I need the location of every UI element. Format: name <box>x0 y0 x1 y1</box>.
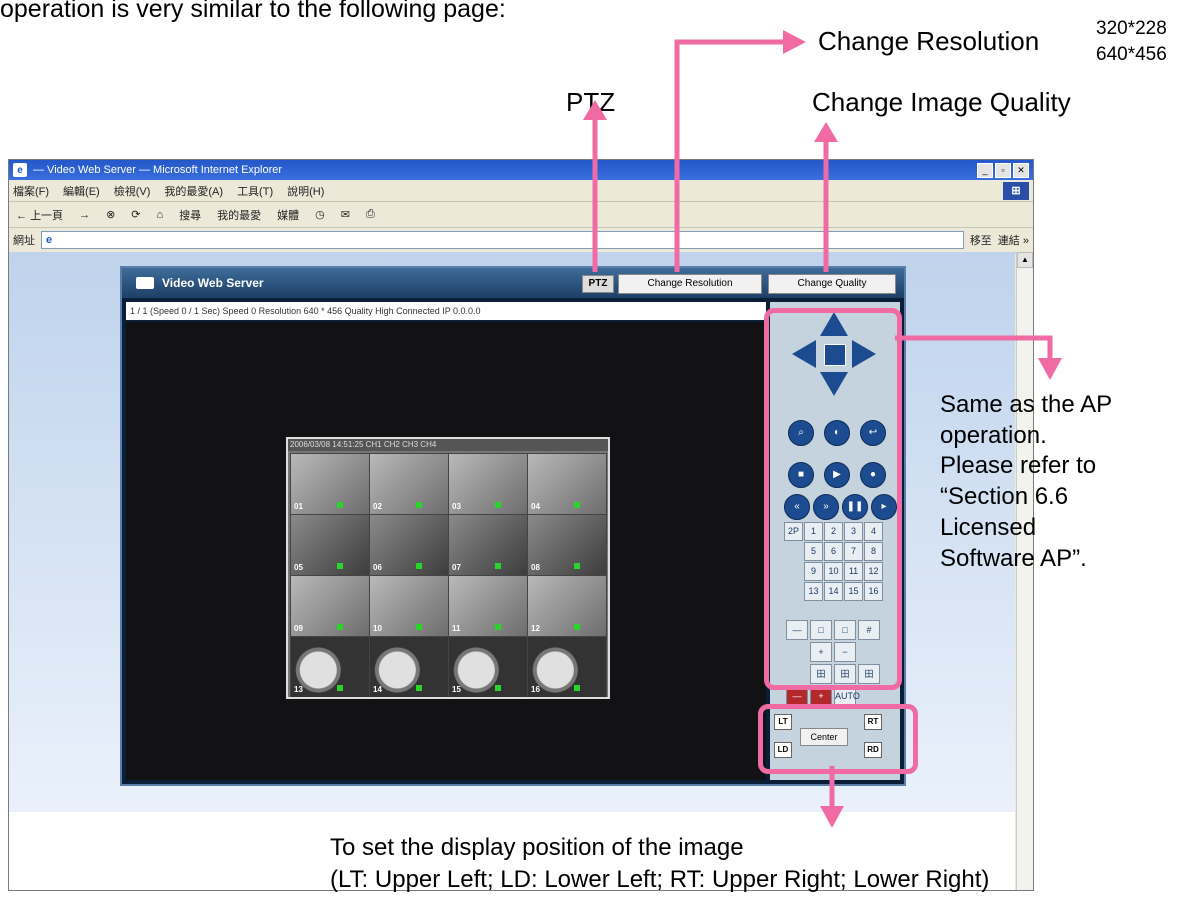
note-line: (LT: Upper Left; LD: Lower Left; RT: Upp… <box>330 866 990 894</box>
ap-arrow <box>895 335 1053 360</box>
note-line: operation. <box>940 421 1047 449</box>
note-line: To set the display position of the image <box>330 834 744 861</box>
quality-arrow-head <box>814 122 838 142</box>
display-position-note: To set the display position of the image… <box>330 832 989 897</box>
same-as-ap-note: Same as the AP operation. Please refer t… <box>940 390 1112 574</box>
ap-arrow-head <box>1038 358 1062 380</box>
note-line: Please refer to <box>940 452 1097 480</box>
note-line: Licensed <box>940 513 1037 541</box>
note-line: “Section 6.6 <box>940 483 1069 511</box>
note-line: Same as the AP <box>940 391 1113 418</box>
note-line: Software AP”. <box>940 544 1087 572</box>
resolution-arrow <box>674 39 785 272</box>
position-arrow-head <box>820 806 844 828</box>
ptz-arrow-head <box>583 100 607 120</box>
resolution-arrow-head <box>783 30 806 54</box>
